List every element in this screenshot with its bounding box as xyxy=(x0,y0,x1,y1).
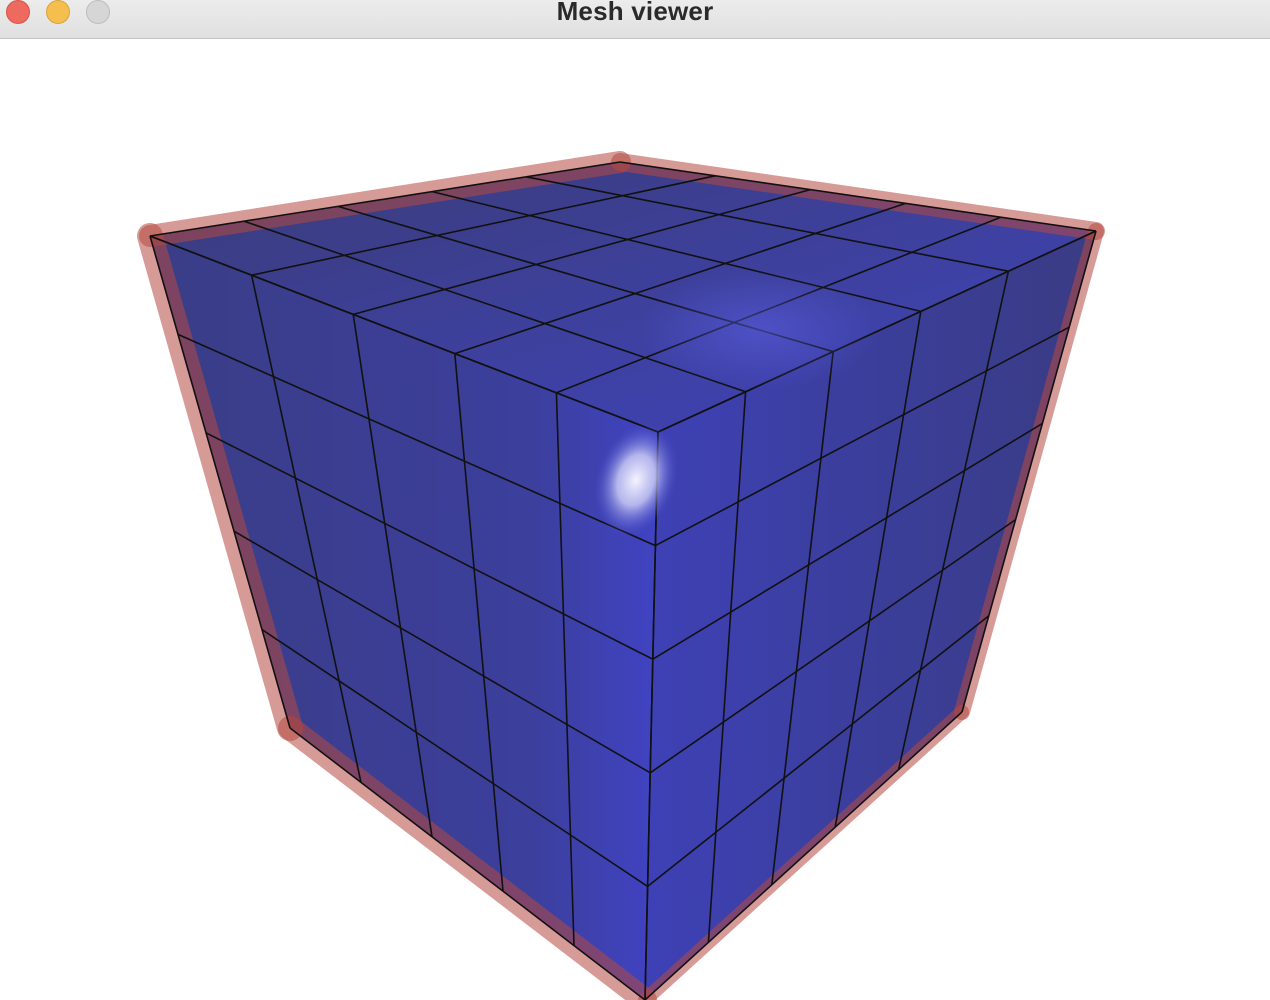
cube-mesh-render[interactable] xyxy=(0,39,1270,1000)
window-title: Mesh viewer xyxy=(556,0,714,26)
title-bar[interactable]: Mesh viewer xyxy=(0,0,1270,39)
mesh-viewer-window: Mesh viewer xyxy=(0,0,1270,1000)
3d-viewport[interactable] xyxy=(0,39,1270,1000)
soft-highlight xyxy=(640,270,880,390)
